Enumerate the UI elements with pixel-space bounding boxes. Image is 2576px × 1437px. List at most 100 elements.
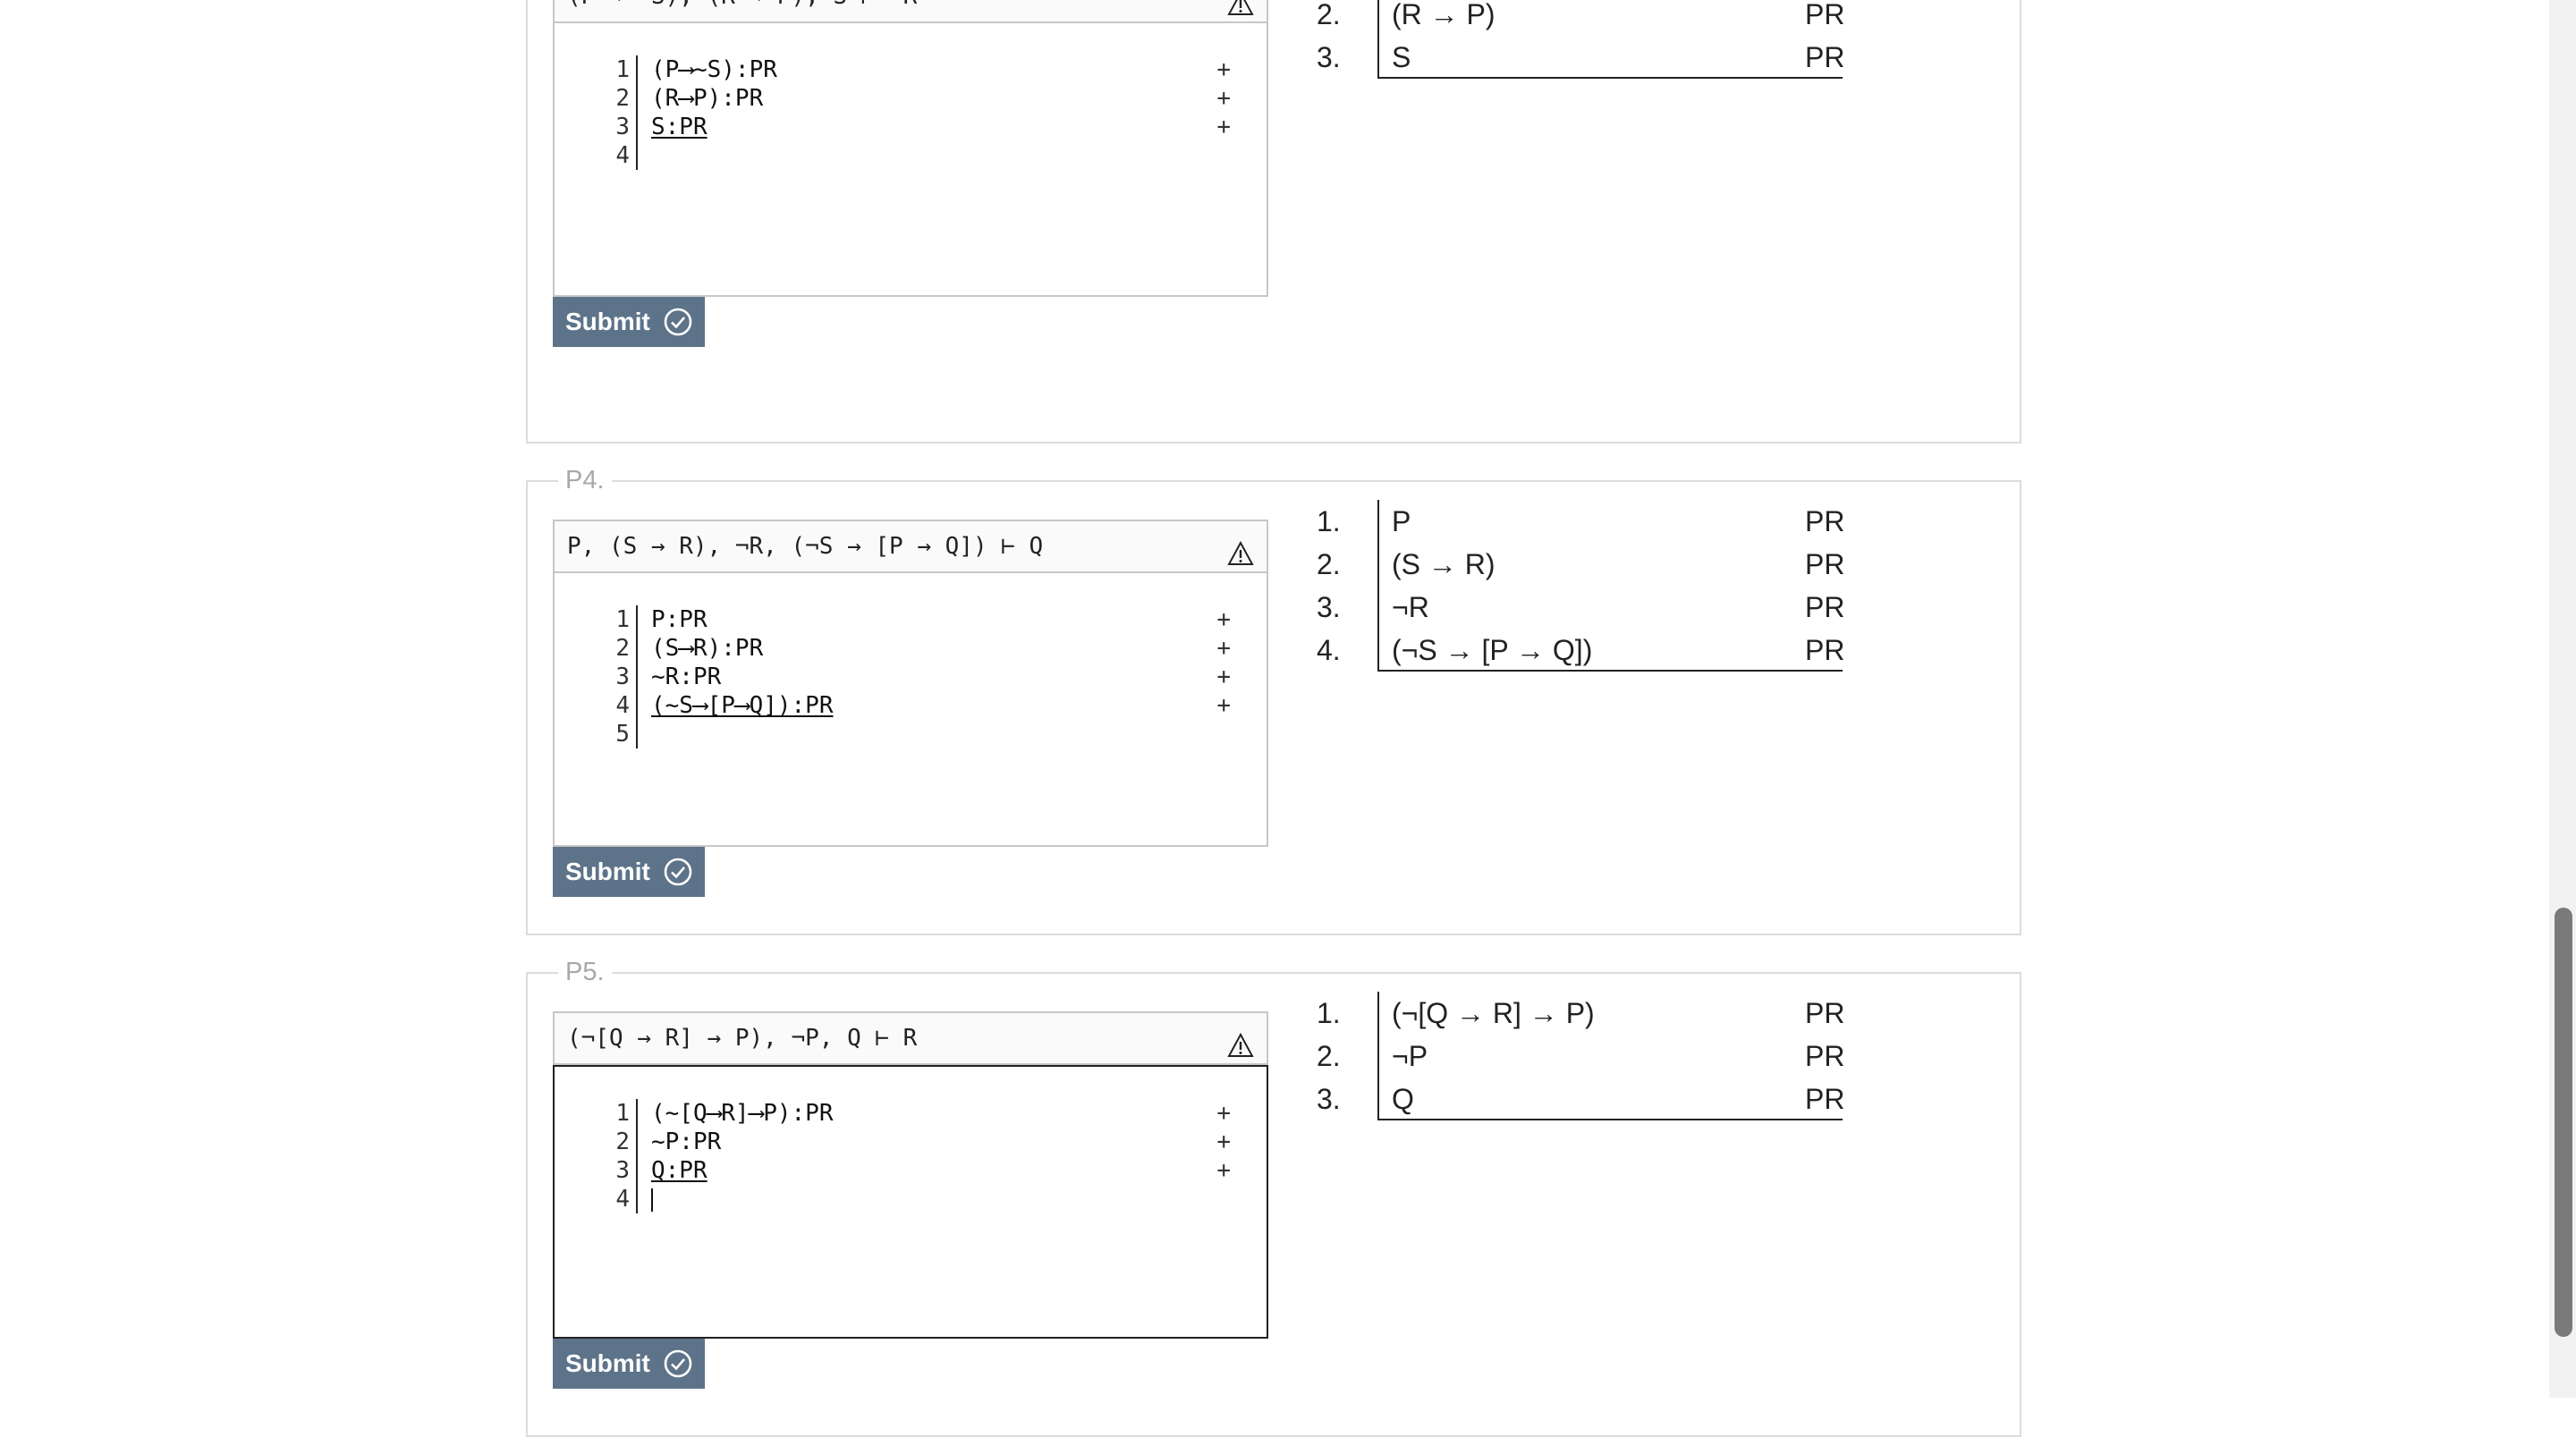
proof-justification: PR	[1805, 997, 1845, 1029]
add-line-button[interactable]: +	[1216, 634, 1231, 663]
line-number: 5	[615, 721, 630, 748]
proof-justification: PR	[1805, 1083, 1845, 1115]
editor-line[interactable]: 3 ~R:PR +	[555, 663, 1267, 691]
line-content[interactable]: S:PR	[651, 113, 708, 141]
editor-line[interactable]: 2 ~P:PR +	[555, 1128, 1267, 1156]
line-bar	[636, 1128, 638, 1156]
line-number: 2	[615, 85, 630, 112]
line-bar	[636, 1156, 638, 1185]
submit-button[interactable]: Submit	[553, 847, 705, 897]
editor-line[interactable]: 3 S:PR +	[555, 113, 1267, 141]
warning-triangle-icon[interactable]	[1227, 534, 1254, 565]
line-bar	[636, 1185, 638, 1213]
editor-line[interactable]: 4	[555, 1185, 1267, 1213]
line-number: 4	[615, 1186, 630, 1213]
line-content[interactable]: ~R:PR	[651, 663, 721, 691]
vertical-scrollbar[interactable]	[2549, 0, 2576, 1398]
warning-triangle-icon[interactable]	[1227, 1026, 1254, 1057]
submit-label: Submit	[565, 1349, 650, 1377]
line-content[interactable]: ~P:PR	[651, 1128, 721, 1156]
editor-lines: 1 (P⟶~S):PR +2 (R⟶P):PR +3 S:PR +4	[555, 55, 1267, 170]
line-content[interactable]: (R⟶P):PR	[651, 84, 763, 113]
proof-text-editor[interactable]: 1 (P⟶~S):PR +2 (R⟶P):PR +3 S:PR +4	[553, 23, 1268, 297]
proof-editor-container: P, (S → R), ¬R, (¬S → [P → Q]) ⊢ Q 1 P:PR +…	[553, 520, 1268, 897]
goal-statement: (¬[Q → R] → P), ¬P, Q ⊢ R	[553, 1011, 1268, 1065]
line-number: 1	[615, 606, 630, 633]
line-bar	[636, 113, 638, 141]
premise-separator	[1377, 77, 1843, 79]
line-number: 4	[615, 142, 630, 169]
add-line-button[interactable]: +	[1216, 1128, 1231, 1156]
submit-button[interactable]: Submit	[553, 297, 705, 347]
add-line-button[interactable]: +	[1216, 605, 1231, 634]
line-content[interactable]: (P⟶~S):PR	[651, 55, 777, 84]
proof-editor-container: (P → ¬S), (R → P), S ⊢ ¬R 1 (P⟶~S):PR +2 (R⟶…	[553, 0, 1268, 347]
submit-label: Submit	[565, 308, 650, 335]
scrollbar-thumb[interactable]	[2555, 908, 2572, 1337]
proof-line-number: 2.	[1317, 0, 1341, 30]
line-number: 2	[615, 635, 630, 662]
add-line-button[interactable]: +	[1216, 1099, 1231, 1128]
line-number: 3	[615, 114, 630, 140]
proof-justification: PR	[1805, 591, 1845, 623]
add-line-button[interactable]: +	[1216, 663, 1231, 691]
editor-line[interactable]: 2 (R⟶P):PR +	[555, 84, 1267, 113]
proof-line: 1. (¬[Q → R] → P) PR	[1317, 992, 1871, 1035]
line-content[interactable]: (~[Q⟶R]⟶P):PR	[651, 1099, 834, 1128]
editor-line[interactable]: 5	[555, 720, 1267, 748]
warning-triangle-icon[interactable]	[1227, 0, 1254, 15]
problem-label: P4.	[558, 464, 612, 496]
editor-lines: 1 P:PR +2 (S⟶R):PR +3 ~R:PR +4 (~S⟶[P⟶Q]):PR +5	[555, 605, 1267, 748]
editor-line[interactable]: 2 (S⟶R):PR +	[555, 634, 1267, 663]
line-content[interactable]: (~S⟶[P⟶Q]):PR	[651, 691, 834, 720]
editor-lines: 1 (~[Q⟶R]⟶P):PR +2 ~P:PR +3 Q:PR +4	[555, 1099, 1267, 1213]
line-content[interactable]: (S⟶R):PR	[651, 634, 763, 663]
line-bar	[636, 634, 638, 663]
goal-statement: P, (S → R), ¬R, (¬S → [P → Q]) ⊢ Q	[553, 520, 1268, 573]
line-bar	[636, 720, 638, 748]
proof-line-number: 3.	[1317, 1083, 1341, 1115]
proof-line: 2. ¬P PR	[1317, 1035, 1871, 1078]
line-number: 4	[615, 692, 630, 719]
add-line-button[interactable]: +	[1216, 113, 1231, 141]
proof-line-number: 1.	[1317, 997, 1341, 1029]
line-bar	[636, 55, 638, 84]
goal-statement: (P → ¬S), (R → P), S ⊢ ¬R	[553, 0, 1268, 23]
line-bar	[636, 663, 638, 691]
proof-scope-bar	[1377, 0, 1379, 79]
proof-line-number: 1.	[1317, 505, 1341, 537]
proof-text-editor[interactable]: 1 (~[Q⟶R]⟶P):PR +2 ~P:PR +3 Q:PR +4	[553, 1065, 1268, 1339]
editor-line[interactable]: 1 (~[Q⟶R]⟶P):PR +	[555, 1099, 1267, 1128]
line-content[interactable]: P:PR	[651, 605, 708, 634]
check-circle-icon	[663, 307, 693, 337]
line-content[interactable]: Q:PR	[651, 1156, 708, 1185]
proof-justification: PR	[1805, 1040, 1845, 1072]
editor-line[interactable]: 4	[555, 141, 1267, 170]
proof-justification: PR	[1805, 0, 1845, 30]
add-line-button[interactable]: +	[1216, 55, 1231, 84]
add-line-button[interactable]: +	[1216, 691, 1231, 720]
proof-formula: (¬S → [P → Q])	[1392, 634, 1593, 666]
line-bar	[636, 605, 638, 634]
line-number: 2	[615, 1128, 630, 1155]
proof-line: 2. (S → R) PR	[1317, 543, 1871, 586]
line-number: 3	[615, 1157, 630, 1184]
proof-formula: (R → P)	[1392, 0, 1496, 30]
premise-separator	[1377, 1119, 1843, 1120]
editor-line[interactable]: 1 (P⟶~S):PR +	[555, 55, 1267, 84]
proof-text-editor[interactable]: 1 P:PR +2 (S⟶R):PR +3 ~R:PR +4 (~S⟶[P⟶Q]):PR +5	[553, 573, 1268, 847]
check-circle-icon	[663, 857, 693, 887]
proof-line-number: 4.	[1317, 634, 1341, 666]
proof-formula: ¬P	[1392, 1040, 1428, 1072]
line-bar	[636, 691, 638, 720]
proof-line: 3. S PR	[1317, 36, 1871, 79]
editor-line[interactable]: 3 Q:PR +	[555, 1156, 1267, 1185]
submit-button[interactable]: Submit	[553, 1339, 705, 1389]
editor-line[interactable]: 1 P:PR +	[555, 605, 1267, 634]
proof-formula: Q	[1392, 1083, 1414, 1115]
add-line-button[interactable]: +	[1216, 84, 1231, 113]
add-line-button[interactable]: +	[1216, 1156, 1231, 1185]
proof-formula: ¬R	[1392, 591, 1429, 623]
editor-line[interactable]: 4 (~S⟶[P⟶Q]):PR +	[555, 691, 1267, 720]
goal-text: (P → ¬S), (R → P), S ⊢ ¬R	[567, 0, 917, 10]
